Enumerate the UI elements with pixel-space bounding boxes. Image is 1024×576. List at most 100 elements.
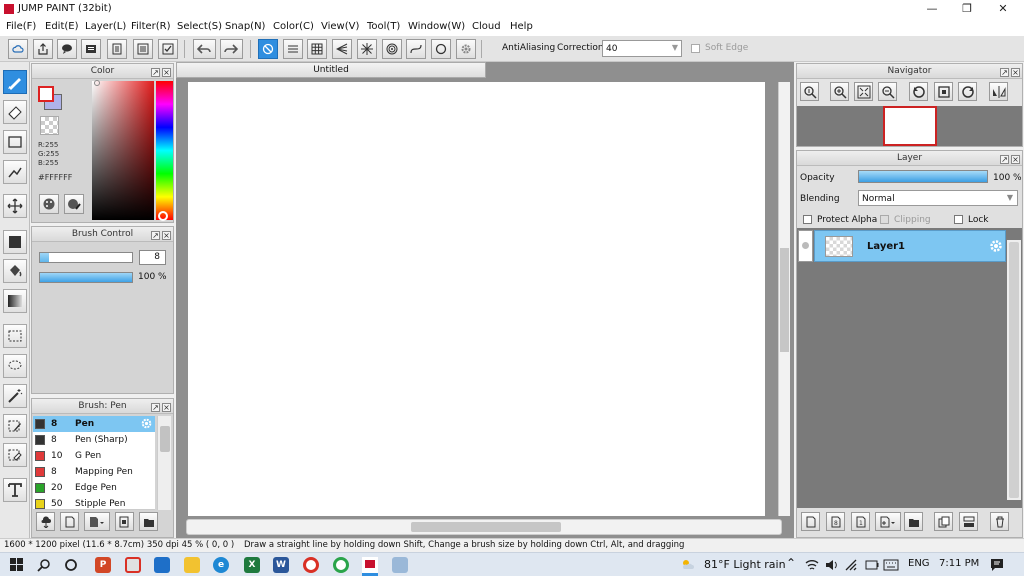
foreground-color-swatch[interactable]	[38, 86, 54, 102]
text-tool[interactable]	[3, 478, 27, 502]
layer-folder-button[interactable]	[904, 512, 923, 531]
chevron-up-icon[interactable]: ⌃	[786, 556, 796, 570]
new-brush-button[interactable]	[60, 512, 79, 531]
wifi-icon[interactable]	[805, 559, 819, 571]
cloud-button[interactable]	[8, 39, 28, 59]
edge-taskbar-icon[interactable]: e	[213, 557, 229, 573]
weather-text[interactable]: 81°F Light rain	[704, 558, 786, 571]
undock-icon[interactable]: ↗	[1000, 155, 1009, 164]
blending-select[interactable]: Normal ▼	[858, 190, 1018, 206]
redo-button[interactable]	[220, 39, 243, 59]
menu-file[interactable]: File(F)	[6, 21, 36, 32]
brush-size-input[interactable]: 8	[139, 250, 166, 265]
panel-button[interactable]	[81, 39, 101, 59]
close-icon[interactable]: ×	[162, 68, 171, 77]
brush-menu-button[interactable]	[84, 512, 110, 531]
brush-item-pen-sharp[interactable]: 8 Pen (Sharp)	[33, 432, 155, 449]
layer-opacity-slider[interactable]	[858, 170, 988, 183]
chrome-taskbar-icon[interactable]	[125, 557, 141, 573]
hue-slider-handle[interactable]	[158, 211, 168, 221]
palette-button[interactable]	[39, 194, 59, 214]
transparent-color-swatch[interactable]	[40, 116, 59, 135]
menu-snap[interactable]: Snap(N)	[225, 21, 265, 32]
scrollbar-thumb[interactable]	[160, 426, 170, 452]
rotate-right-button[interactable]	[958, 82, 977, 101]
palette-edit-button[interactable]	[64, 194, 84, 214]
battery-icon[interactable]	[865, 559, 879, 571]
soft-edge-checkbox[interactable]	[691, 44, 700, 53]
list-button[interactable]	[133, 39, 153, 59]
flip-horizontal-button[interactable]	[989, 82, 1008, 101]
menu-help[interactable]: Help	[510, 21, 533, 32]
jump-paint-taskbar-icon[interactable]	[362, 557, 378, 576]
protect-alpha-checkbox[interactable]	[803, 215, 812, 224]
scrollbar-thumb[interactable]	[1009, 242, 1019, 498]
snap-circle-button[interactable]	[431, 39, 451, 59]
share-button[interactable]	[33, 39, 53, 59]
clipping-checkbox[interactable]	[880, 215, 889, 224]
menu-layer[interactable]: Layer(L)	[85, 21, 126, 32]
checklist-button[interactable]	[158, 39, 178, 59]
lock-checkbox[interactable]	[954, 215, 963, 224]
close-button[interactable]: ✕	[986, 0, 1020, 18]
task-view-icon[interactable]	[64, 558, 78, 572]
new-1bit-layer-button[interactable]: 1	[851, 512, 870, 531]
snap-grid-button[interactable]	[307, 39, 327, 59]
line-tool[interactable]	[3, 160, 27, 184]
menu-cloud[interactable]: Cloud	[472, 21, 501, 32]
windows-start-icon[interactable]	[10, 558, 24, 572]
menu-edit[interactable]: Edit(E)	[45, 21, 79, 32]
snap-concentric-button[interactable]	[382, 39, 402, 59]
vertical-scrollbar-thumb[interactable]	[780, 248, 789, 352]
volume-icon[interactable]	[825, 559, 839, 571]
brush-item-mapping-pen[interactable]: 8 Mapping Pen	[33, 464, 155, 481]
canvas-vertical-scrollbar[interactable]	[778, 82, 790, 516]
snap-curve-button[interactable]	[406, 39, 426, 59]
notifications-icon[interactable]	[990, 558, 1004, 572]
word-taskbar-icon[interactable]: W	[273, 557, 289, 573]
delete-layer-button[interactable]	[990, 512, 1009, 531]
gradient-tool[interactable]	[3, 289, 27, 313]
move-tool[interactable]	[3, 194, 27, 218]
layer-row[interactable]: Layer1	[814, 230, 1006, 262]
input-language[interactable]: ENG	[908, 558, 930, 569]
minimize-button[interactable]: —	[915, 0, 949, 18]
file-explorer-taskbar-icon[interactable]	[184, 557, 200, 573]
eraser-tool[interactable]	[3, 100, 27, 124]
keyboard-icon[interactable]	[883, 559, 899, 571]
snap-settings-button[interactable]	[456, 39, 476, 59]
brush-item-g-pen[interactable]: 10 G Pen	[33, 448, 155, 465]
layer-visibility-toggle[interactable]	[798, 230, 813, 262]
search-icon[interactable]	[37, 558, 51, 572]
new-layer-button[interactable]	[801, 512, 820, 531]
snap-off-button[interactable]	[258, 39, 278, 59]
close-icon[interactable]: ×	[162, 403, 171, 412]
close-icon[interactable]: ×	[162, 231, 171, 240]
hue-slider[interactable]	[156, 81, 173, 220]
undock-icon[interactable]: ↗	[151, 68, 160, 77]
duplicate-brush-button[interactable]	[115, 512, 134, 531]
zoom-actual-button[interactable]	[800, 82, 819, 101]
horizontal-scrollbar-thumb[interactable]	[411, 522, 561, 532]
saturation-value-picker[interactable]	[92, 81, 154, 220]
menu-color[interactable]: Color(C)	[273, 21, 314, 32]
fit-screen-button[interactable]	[854, 82, 873, 101]
navigator-viewport[interactable]	[883, 106, 937, 146]
reset-view-button[interactable]	[934, 82, 953, 101]
menu-window[interactable]: Window(W)	[408, 21, 465, 32]
brush-list-scrollbar[interactable]	[157, 416, 171, 510]
powerpoint-taskbar-icon[interactable]: P	[95, 557, 111, 573]
system-clock[interactable]: 7:11 PM	[939, 558, 979, 569]
new-8bit-layer-button[interactable]: 8	[826, 512, 845, 531]
brush-download-button[interactable]	[36, 512, 55, 531]
zoom-in-button[interactable]	[830, 82, 849, 101]
menu-select[interactable]: Select(S)	[177, 21, 222, 32]
rect-select-tool[interactable]	[3, 324, 27, 348]
close-icon[interactable]: ×	[1011, 155, 1020, 164]
merge-layer-button[interactable]	[959, 512, 978, 531]
undock-icon[interactable]: ↗	[151, 231, 160, 240]
close-icon[interactable]: ×	[1011, 68, 1020, 77]
bucket-tool[interactable]	[3, 259, 27, 283]
drawing-canvas[interactable]	[188, 82, 765, 516]
snap-radial-button[interactable]	[357, 39, 377, 59]
